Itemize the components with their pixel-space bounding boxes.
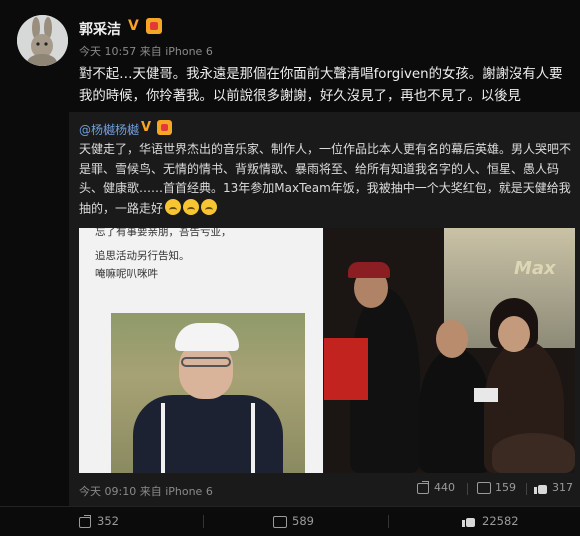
cap-shape: [175, 323, 239, 351]
person-shape: [492, 433, 575, 473]
share-button[interactable]: 352: [78, 514, 119, 528]
repost-image-notice[interactable]: 忘了有事要亲朋，吾告亏亚， 追思活动另行告知。 唵嘛呢叭咪吽: [79, 228, 323, 473]
divider: [388, 515, 389, 528]
repost-like-count: 317: [552, 481, 573, 494]
red-cap-shape: [348, 262, 390, 278]
divider: [526, 483, 527, 495]
person-face: [498, 316, 530, 352]
share-icon: [416, 481, 429, 494]
notice-line: 唵嘛呢叭咪吽: [95, 268, 158, 280]
repost-comment-button[interactable]: 159: [477, 481, 516, 494]
comment-icon: [477, 481, 491, 494]
divider: [467, 483, 468, 495]
post-author[interactable]: 郭采洁: [79, 19, 121, 39]
verified-icon: V: [128, 18, 139, 34]
jacket-shape: [133, 395, 283, 473]
portrait-photo: [111, 313, 305, 473]
card-shape: [474, 388, 498, 402]
red-envelope-shape: [324, 338, 368, 400]
glasses-shape: [181, 357, 231, 367]
post-text: 對不起…天健哥。我永遠是那個在你面前大聲清唱forgiven的女孩。謝謝沒有人要…: [79, 67, 563, 104]
repost-like-button[interactable]: 317: [534, 481, 573, 494]
post-meta: 今天 10:57 来自 iPhone 6: [79, 45, 213, 58]
jacket-stripe: [161, 403, 165, 473]
like-count: 22582: [482, 514, 519, 528]
repost-share-button[interactable]: 440: [416, 481, 455, 494]
repost-text-body: 天健走了，华语世界杰出的音乐家、制作人，一位作品比本人更有名的幕后英雄。男人哭吧…: [79, 142, 572, 215]
repost-comment-count: 159: [495, 481, 516, 494]
thumbs-up-icon: [534, 481, 547, 494]
rabbit-avatar-icon: [17, 15, 68, 66]
repost-image-event[interactable]: Max: [324, 228, 575, 473]
notice-line: 忘了有事要亲朋，吾告亏亚，: [95, 228, 232, 238]
person-shape: [419, 348, 491, 473]
share-icon: [78, 514, 91, 528]
thumbs-up-icon: [462, 514, 476, 528]
member-badge-icon[interactable]: [146, 18, 162, 34]
repost-meta: 今天 09:10 来自 iPhone 6: [79, 485, 213, 498]
jacket-stripe: [251, 403, 255, 473]
share-count: 352: [97, 514, 119, 528]
comment-count: 589: [292, 514, 314, 528]
repost-verified-icon: V: [141, 120, 152, 135]
repost-author[interactable]: @杨樾杨樾: [79, 121, 139, 138]
comment-icon: [273, 515, 287, 528]
notice-line: 追思活动另行告知。: [95, 250, 190, 262]
person-head: [436, 320, 468, 358]
crying-emoji-icon: [183, 198, 200, 215]
repost-card: @杨樾杨樾 V 天健走了，华语世界杰出的音乐家、制作人，一位作品比本人更有名的幕…: [69, 112, 580, 506]
crying-emoji-icon: [165, 198, 182, 215]
avatar[interactable]: [17, 15, 68, 66]
weibo-post: 郭采洁 V 今天 10:57 来自 iPhone 6 對不起…天健哥。我永遠是那…: [0, 0, 580, 536]
crying-emoji-icon: [201, 198, 218, 215]
comment-button[interactable]: 589: [273, 514, 314, 528]
repost-text: 天健走了，华语世界杰出的音乐家、制作人，一位作品比本人更有名的幕后英雄。男人哭吧…: [79, 140, 574, 218]
repost-share-count: 440: [434, 481, 455, 494]
footer-divider: [0, 506, 580, 507]
divider: [203, 515, 204, 528]
crying-emoji-row: [163, 198, 218, 219]
repost-member-badge-icon[interactable]: [157, 120, 172, 135]
like-button[interactable]: 22582: [462, 514, 519, 528]
stage-backdrop-text: Max: [514, 258, 556, 279]
face-shape: [179, 343, 233, 399]
